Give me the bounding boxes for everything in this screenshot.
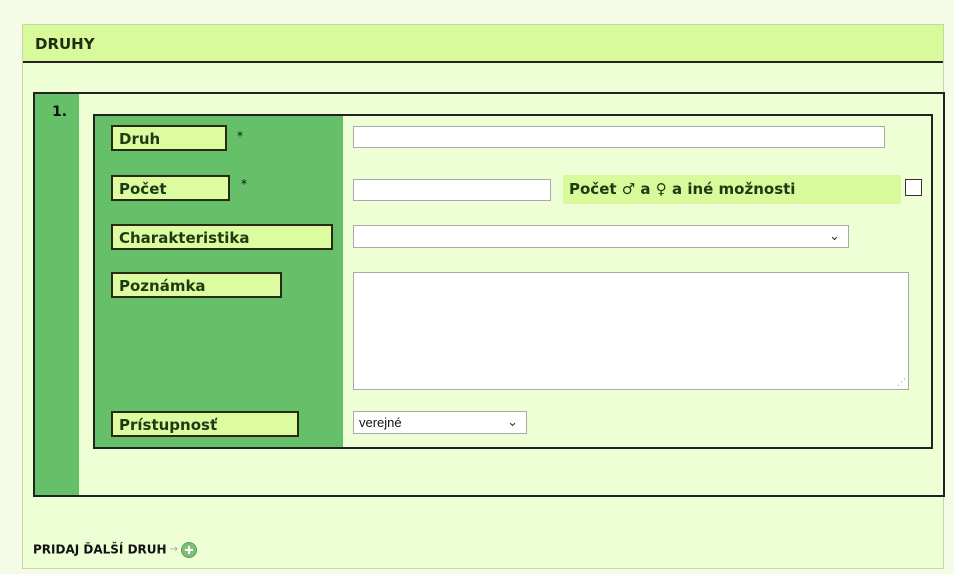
- count-required-mark: *: [241, 177, 247, 191]
- count-options-checkbox[interactable]: [905, 179, 922, 196]
- accessibility-selected-value: verejné: [359, 415, 402, 430]
- count-input[interactable]: [353, 179, 551, 201]
- species-form: Druh * Počet * Počet ♂ a ♀ a iné možnost…: [93, 114, 933, 449]
- add-species-label: PRIDAJ ĎALŠÍ DRUH: [33, 542, 167, 557]
- resize-grip-icon[interactable]: ⋰: [897, 378, 906, 388]
- druhy-section: DRUHY 1. Druh * Počet * Počet ♂ a ♀ a in…: [22, 24, 945, 569]
- count-options-label: Počet ♂ a ♀ a iné možnosti: [569, 180, 796, 198]
- characteristic-select[interactable]: ⌄: [353, 225, 849, 248]
- section-header: DRUHY: [23, 25, 943, 63]
- accessibility-select[interactable]: verejné ⌄: [353, 411, 527, 434]
- note-label: Poznámka: [111, 272, 282, 298]
- arrow-right-icon: →: [169, 544, 178, 555]
- species-input[interactable]: [353, 126, 885, 148]
- chevron-down-icon: ⌄: [829, 228, 840, 243]
- characteristic-label: Charakteristika: [111, 224, 333, 250]
- accessibility-label: Prístupnosť: [111, 411, 299, 437]
- add-circle-icon[interactable]: [180, 541, 197, 558]
- entry-number-strip: 1.: [35, 94, 79, 495]
- add-species-link[interactable]: PRIDAJ ĎALŠÍ DRUH →: [33, 539, 197, 559]
- section-title: DRUHY: [35, 35, 95, 53]
- chevron-down-icon: ⌄: [507, 414, 518, 429]
- species-entry: 1. Druh * Počet * Počet ♂ a ♀ a iné možn…: [33, 92, 945, 497]
- note-textarea[interactable]: ⋰: [353, 272, 909, 390]
- species-label: Druh: [111, 125, 227, 151]
- species-required-mark: *: [237, 129, 243, 143]
- count-label: Počet: [111, 175, 230, 201]
- entry-number: 1.: [52, 104, 68, 120]
- count-options-label-box: Počet ♂ a ♀ a iné možnosti: [563, 175, 901, 204]
